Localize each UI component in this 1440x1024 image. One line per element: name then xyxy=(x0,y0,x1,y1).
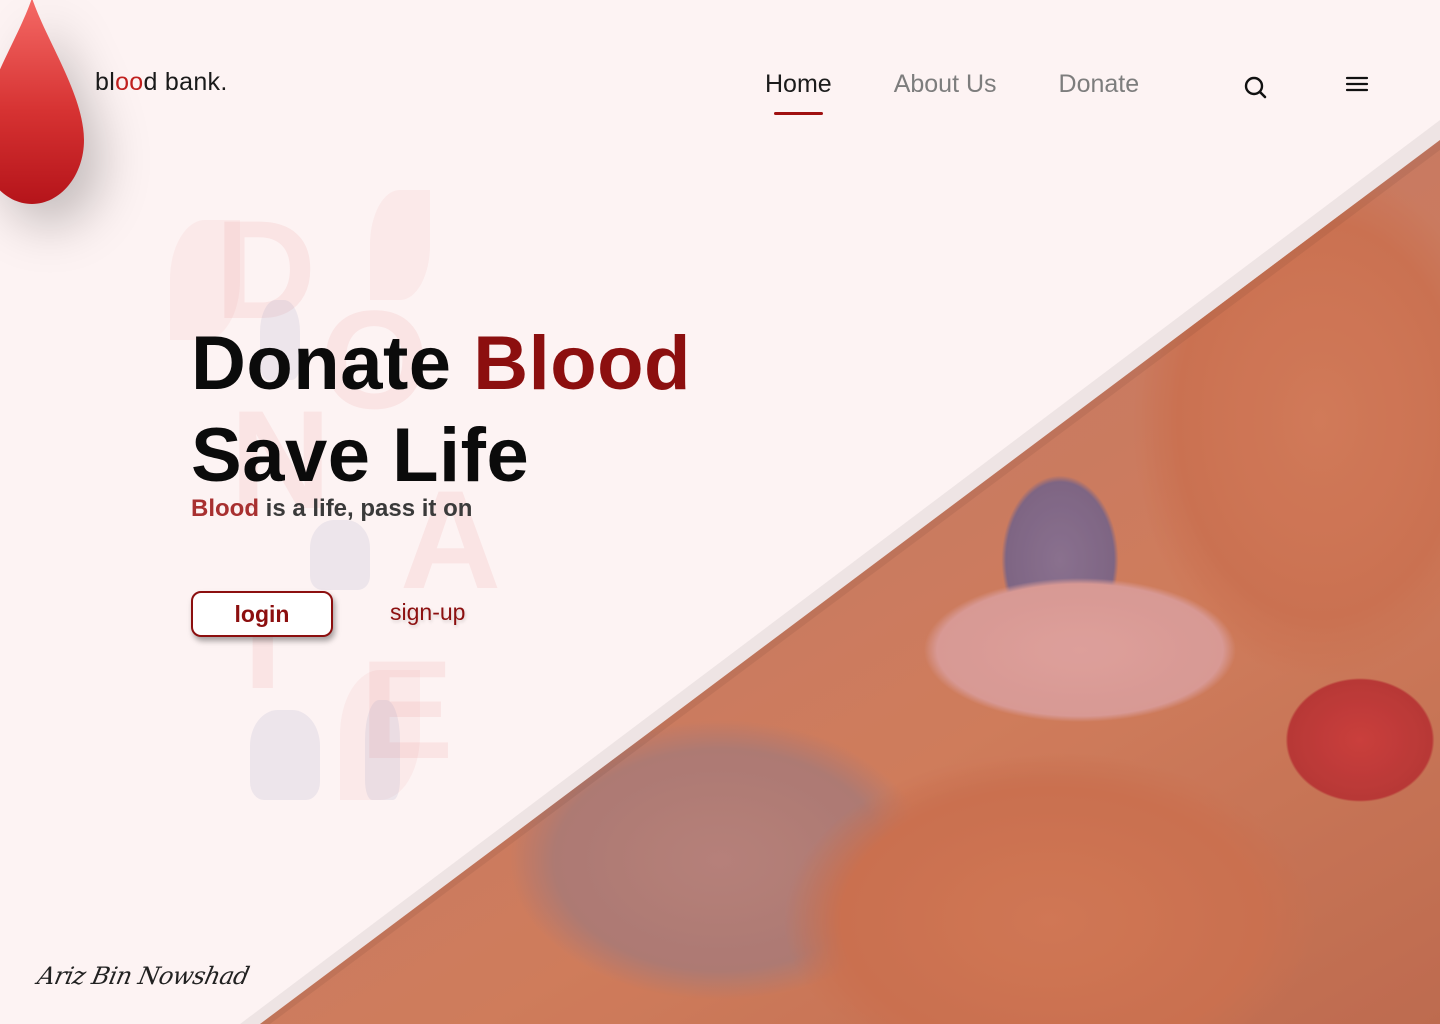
person-illustration xyxy=(310,520,370,590)
nav-item-about-us[interactable]: About Us xyxy=(894,70,997,99)
main-nav: Home About Us Donate xyxy=(765,70,1140,115)
brand-text-suffix: d bank. xyxy=(143,68,228,96)
brand-text-highlight: oo xyxy=(115,68,144,96)
author-signature: Ariz Bin Nowshad xyxy=(35,962,252,990)
hero-title: Donate Blood Save Life xyxy=(191,318,691,502)
ghost-letter: E xyxy=(360,631,454,788)
search-button[interactable] xyxy=(1243,74,1269,100)
nav-item-donate[interactable]: Donate xyxy=(1059,70,1140,99)
hamburger-menu-icon xyxy=(1345,76,1369,92)
nav-item-home[interactable]: Home xyxy=(765,70,832,115)
tagline-accent: Blood xyxy=(191,495,259,522)
hero-tagline: Blood is a life, pass it on xyxy=(191,495,472,523)
leaf-decoration xyxy=(370,190,430,300)
signup-link[interactable]: sign-up xyxy=(390,599,465,626)
brand-text-prefix: bl xyxy=(95,68,116,96)
login-button[interactable]: login xyxy=(191,591,333,637)
hero-title-line1-plain: Donate xyxy=(191,321,474,406)
hero-title-line2: Save Life xyxy=(191,413,530,498)
menu-button[interactable] xyxy=(1345,75,1369,95)
brand-logo[interactable]: blood bank. xyxy=(95,68,228,97)
hero-title-line1-accent: Blood xyxy=(473,321,691,406)
tagline-rest: is a life, pass it on xyxy=(258,495,473,522)
blood-drop-icon xyxy=(0,0,84,204)
search-icon xyxy=(1244,76,1267,99)
leaf-decoration xyxy=(340,670,420,800)
person-illustration xyxy=(250,710,320,800)
person-illustration xyxy=(365,700,400,800)
